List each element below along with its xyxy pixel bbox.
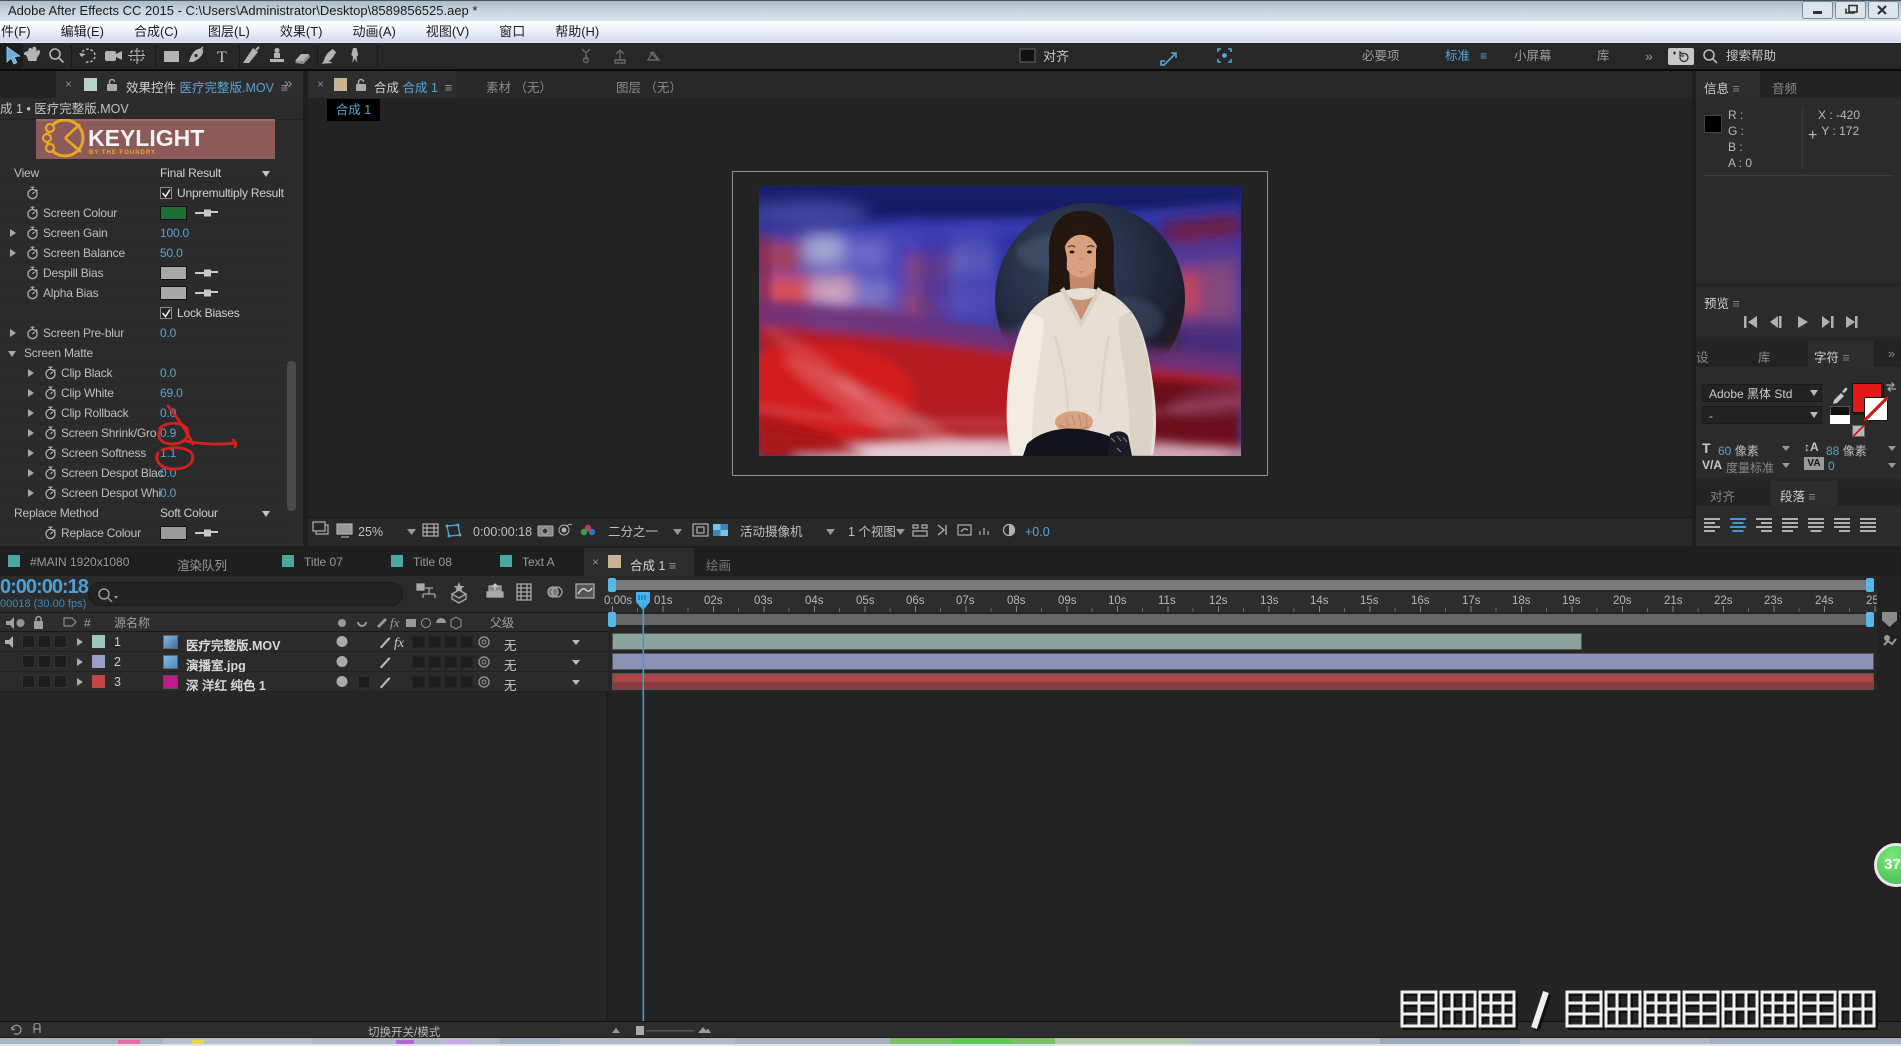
svg-text:源名称: 源名称 (114, 615, 150, 630)
svg-text:对齐: 对齐 (1043, 49, 1069, 64)
svg-text:库: 库 (1597, 48, 1610, 63)
svg-text:小屏幕: 小屏幕 (1514, 49, 1552, 63)
svg-text:二分之一: 二分之一 (608, 525, 658, 539)
svg-text:0:00:00:18: 0:00:00:18 (473, 525, 532, 539)
svg-text:#: # (84, 616, 91, 630)
svg-text:活动摄像机: 活动摄像机 (740, 524, 803, 539)
svg-text:必要项: 必要项 (1362, 49, 1400, 63)
svg-text:1 个视图: 1 个视图 (848, 524, 896, 539)
svg-text:标准: 标准 (1445, 49, 1470, 63)
svg-text:»: » (1645, 48, 1653, 64)
svg-text:T: T (217, 49, 227, 66)
svg-text:fx: fx (394, 636, 405, 650)
svg-text:搜索帮助: 搜索帮助 (1726, 48, 1776, 63)
svg-text:KEYLIGHT: KEYLIGHT (88, 125, 204, 151)
svg-text:父级: 父级 (490, 616, 514, 630)
svg-text:+0.0: +0.0 (1025, 525, 1050, 539)
svg-text:fx: fx (390, 615, 400, 630)
svg-text:≡: ≡ (1480, 49, 1487, 63)
svg-text:BY THE FOUNDRY: BY THE FOUNDRY (89, 150, 156, 156)
svg-text:25%: 25% (358, 525, 383, 539)
